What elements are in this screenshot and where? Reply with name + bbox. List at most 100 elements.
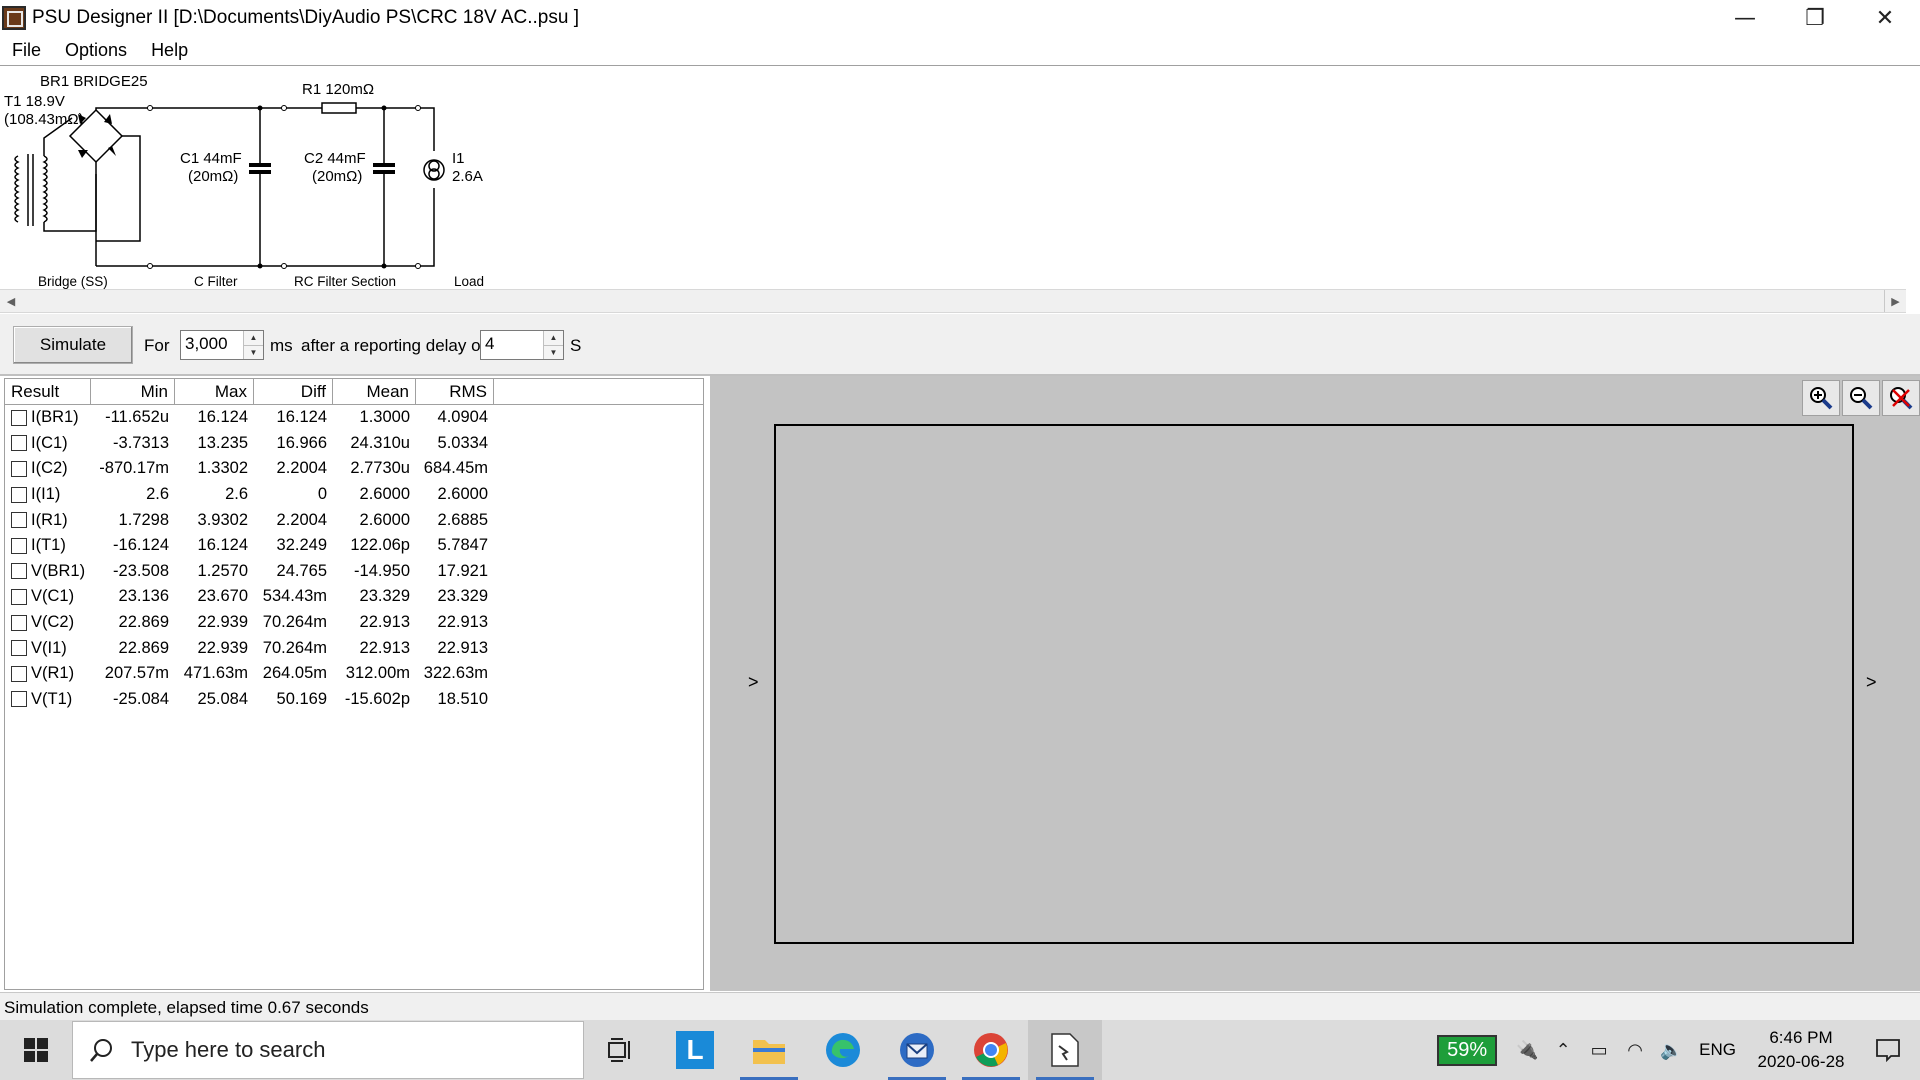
thunderbird-icon[interactable] [880,1020,954,1080]
duration-up-icon[interactable]: ▲ [244,331,263,346]
header-rms[interactable]: RMS [416,379,494,404]
table-row[interactable]: V(T1) -25.084 25.084 50.169 -15.602p 18.510 [5,687,703,713]
row-label: I(I1) [31,485,61,504]
taskbar: Type here to search L 59% 🔌 ⌃ ▭ ◠ � [0,1020,1920,1080]
volume-icon[interactable]: 🔈 [1653,1020,1689,1080]
battery-percent[interactable]: 59% [1437,1034,1498,1066]
c1-label: C1 44mF [180,150,242,167]
scroll-left-arrow-icon[interactable]: ◀ [0,290,22,312]
row-mean-cell: 2.6000 [359,510,410,529]
table-row[interactable]: V(R1) 207.57m 471.63m 264.05m 312.00m 322.63m [5,661,703,687]
clock[interactable]: 6:46 PM 2020-06-28 [1746,1026,1856,1074]
minimize-button[interactable]: — [1710,0,1780,36]
language-indicator[interactable]: ENG [1689,1040,1746,1060]
row-mean-cell: 22.913 [359,638,410,657]
table-row[interactable]: V(I1) 22.869 22.939 70.264m 22.913 22.913 [5,635,703,661]
row-label: V(BR1) [31,561,86,580]
simulate-button[interactable]: Simulate [13,326,133,364]
duration-spinner[interactable]: 3,000 ▲ ▼ [180,330,264,360]
row-checkbox[interactable] [11,691,27,708]
restore-button[interactable]: ❐ [1780,0,1850,36]
chevron-up-icon[interactable]: ⌃ [1545,1020,1581,1080]
windows-start-icon[interactable] [0,1020,72,1080]
zoom-out-icon[interactable] [1842,380,1880,416]
table-row[interactable]: I(C1) -3.7313 13.235 16.966 24.310u 5.0334 [5,431,703,457]
plot-right-arrow[interactable]: > [1866,672,1877,693]
header-min[interactable]: Min [91,379,175,404]
duration-value[interactable]: 3,000 [181,331,243,359]
row-result-cell: V(BR1) [5,562,91,581]
row-checkbox[interactable] [11,486,27,503]
chrome-icon[interactable] [954,1020,1028,1080]
header-result[interactable]: Result [5,379,91,404]
delay-spinner[interactable]: 4 ▲ ▼ [480,330,564,360]
header-diff[interactable]: Diff [254,379,333,404]
row-rms-cell: 22.913 [437,613,488,632]
close-button[interactable]: ✕ [1850,0,1920,36]
menu-help[interactable]: Help [139,40,200,61]
table-row[interactable]: I(R1) 1.7298 3.9302 2.2004 2.6000 2.6885 [5,507,703,533]
row-checkbox[interactable] [11,512,27,529]
row-max-cell: 22.939 [197,638,248,657]
row-checkbox[interactable] [11,614,27,631]
row-checkbox[interactable] [11,640,27,657]
row-result-cell: I(C2) [5,459,91,478]
row-min-cell: 207.57m [104,664,169,683]
header-max[interactable]: Max [175,379,254,404]
duration-down-icon[interactable]: ▼ [244,345,263,359]
table-row[interactable]: I(BR1) -11.652u 16.124 16.124 1.3000 4.0904 [5,405,703,431]
for-label: For [144,336,170,355]
task-view-icon[interactable] [584,1020,658,1080]
row-label: V(C2) [31,613,75,632]
delay-label: after a reporting delay of [301,336,486,355]
row-checkbox[interactable] [11,537,27,554]
graph-panel[interactable]: > > [710,376,1920,991]
table-row[interactable]: V(C2) 22.869 22.939 70.264m 22.913 22.913 [5,610,703,636]
zoom-in-icon[interactable] [1802,380,1840,416]
row-result-cell: V(I1) [5,639,91,658]
file-explorer-icon[interactable] [732,1020,806,1080]
row-rms-cell: 5.0334 [437,433,488,452]
clock-date: 2020-06-28 [1757,1052,1845,1071]
l-app-icon[interactable]: L [658,1020,732,1080]
psu-designer-task-icon[interactable] [1028,1020,1102,1080]
edge-browser-icon[interactable] [806,1020,880,1080]
row-checkbox[interactable] [11,665,27,682]
plot-area[interactable] [774,424,1854,944]
row-max-cell: 471.63m [183,664,248,683]
table-row[interactable]: I(T1) -16.124 16.124 32.249 122.06p 5.7847 [5,533,703,559]
row-rms-cell: 4.0904 [437,408,488,427]
schematic-scrollbar[interactable]: ◀ ▶ [0,289,1906,313]
row-checkbox[interactable] [11,563,27,580]
table-row[interactable]: I(I1) 2.6 2.6 0 2.6000 2.6000 [5,482,703,508]
plot-left-arrow[interactable]: > [748,672,759,693]
power-plug-icon[interactable]: 🔌 [1509,1020,1545,1080]
search-placeholder: Type here to search [131,1037,326,1062]
menu-file[interactable]: File [0,40,53,61]
row-min-cell: -870.17m [99,459,169,478]
menu-options[interactable]: Options [53,40,139,61]
row-mean-cell: 24.310u [350,433,410,452]
table-row[interactable]: I(C2) -870.17m 1.3302 2.2004 2.7730u 684.45m [5,456,703,482]
delay-up-icon[interactable]: ▲ [544,331,563,346]
row-max-cell: 22.939 [197,613,248,632]
table-row[interactable]: V(C1) 23.136 23.670 534.43m 23.329 23.329 [5,584,703,610]
notifications-icon[interactable] [1856,1020,1920,1080]
row-checkbox[interactable] [11,435,27,452]
row-checkbox[interactable] [11,460,27,477]
battery-icon[interactable]: ▭ [1581,1020,1617,1080]
delay-down-icon[interactable]: ▼ [544,345,563,359]
taskbar-search[interactable]: Type here to search [72,1021,584,1079]
row-checkbox[interactable] [11,588,27,605]
header-mean[interactable]: Mean [333,379,416,404]
c1-res-label: (20mΩ) [188,168,238,185]
wifi-icon[interactable]: ◠ [1617,1020,1653,1080]
scroll-right-arrow-icon[interactable]: ▶ [1884,290,1906,312]
table-row[interactable]: V(BR1) -23.508 1.2570 24.765 -14.950 17.921 [5,559,703,585]
schematic-canvas[interactable]: BR1 BRIDGE25 T1 18.9V (108.43mΩ) R1 120m… [0,65,1920,289]
zoom-reset-icon[interactable] [1882,380,1920,416]
row-checkbox[interactable] [11,409,27,426]
simulation-toolbar: Simulate For 3,000 ▲ ▼ ms after a reporti… [0,314,1920,376]
delay-value[interactable]: 4 [481,331,543,359]
app-icon [2,6,26,30]
